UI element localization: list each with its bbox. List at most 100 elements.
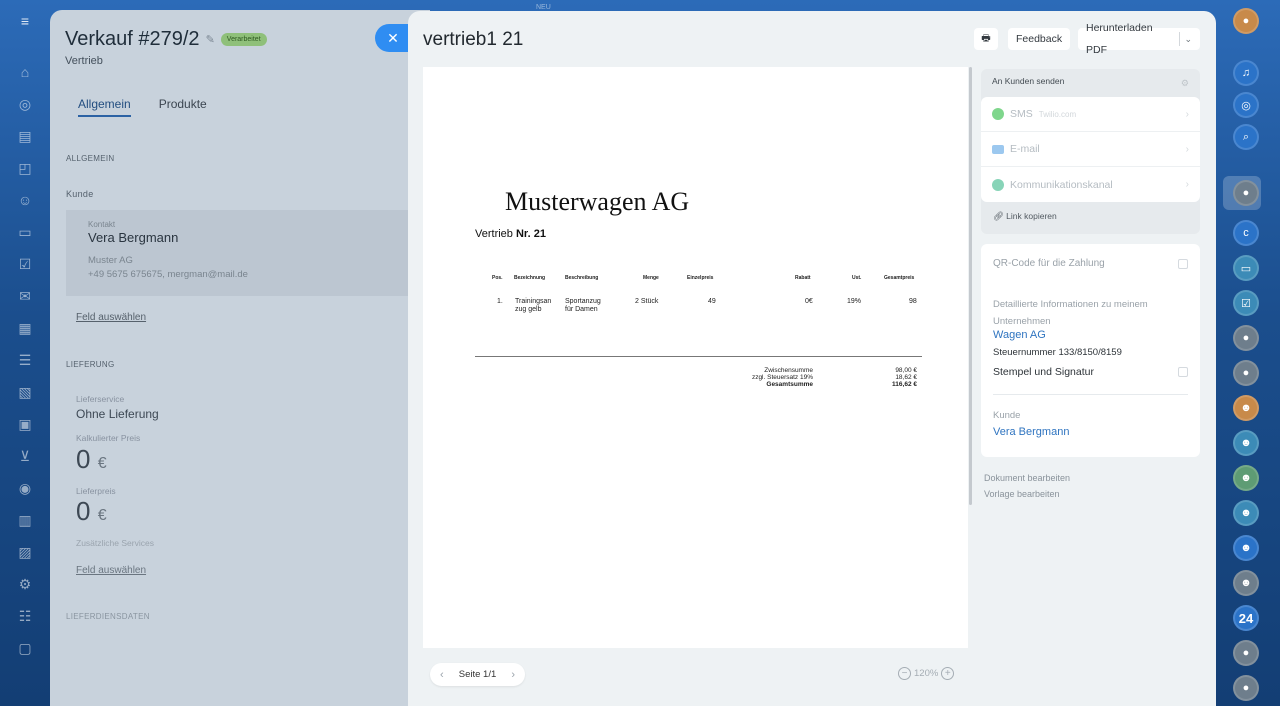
zoom-in-icon[interactable]: + [941,667,955,680]
download-pdf-button[interactable]: Herunterladen PDF ⌄ [1078,22,1200,56]
media-icon[interactable]: ▣ [17,416,33,432]
chat-avatar-1[interactable]: ● [1233,180,1259,206]
group-icon[interactable]: ☷ [17,608,33,624]
contact-info[interactable]: +49 5675 675675, mergman@mail.de [88,269,248,280]
chat-avatar-7[interactable]: ☻ [1233,395,1259,421]
edit-pencil-icon[interactable]: ✎ [206,33,215,46]
chat-avatar-2[interactable]: c [1233,220,1259,246]
additional-services-label: Zusätzliche Services [76,538,154,548]
col-vat: Ust. [852,275,862,281]
email-icon [992,144,1004,154]
calendar-icon[interactable]: ▦ [17,320,33,336]
gear-icon[interactable]: ⚙ [1181,78,1189,89]
row-unit-price: 49 [708,298,716,305]
feedback-button[interactable]: Feedback [1008,28,1071,50]
prev-page-icon[interactable]: ‹ [440,669,444,681]
customer-label: Kunde [993,410,1021,421]
menu-icon[interactable]: ≡ [17,13,33,29]
company-link[interactable]: Wagen AG [993,329,1046,341]
target-icon[interactable]: ◉ [17,480,33,496]
chat-avatar-11[interactable]: ☻ [1233,535,1259,561]
col-name: Bezeichnung [514,275,546,281]
chevron-right-icon: › [1185,108,1189,120]
tab-products[interactable]: Produkte [159,97,207,117]
close-slider-button[interactable]: ✕ [375,24,411,52]
calc-price-label: Kalkulierter Preis [76,433,141,443]
next-page-icon[interactable]: › [511,669,515,681]
send-sms-item[interactable]: SMS Twilio.com › [981,97,1200,132]
contact-label: Kontakt [88,220,116,229]
notifications-icon[interactable]: ♫ [1233,60,1259,86]
contact-company[interactable]: Muster AG [88,255,133,266]
schedule-icon[interactable]: ▨ [17,544,33,560]
more-icon[interactable]: ▢ [17,640,33,656]
send-email-item[interactable]: E-mail › [981,132,1200,167]
doc-number: Vertrieb Nr. 21 [475,228,546,240]
analytics-icon[interactable]: ▥ [17,512,33,528]
chat-avatar-4[interactable]: ☑ [1233,290,1259,316]
delivery-price-label: Lieferpreis [76,486,116,496]
copy-link-button[interactable]: 🔗︎ Link kopieren [993,211,1057,222]
select-field-link[interactable]: Feld auswählen [76,312,146,323]
document-scrollbar[interactable] [969,67,972,505]
search-icon[interactable]: ⌕ [1233,124,1259,150]
docs-icon[interactable]: ▧ [17,384,33,400]
chat-avatar-9[interactable]: ☻ [1233,465,1259,491]
activity-icon[interactable]: ◎ [1233,92,1259,118]
chat-avatar-14[interactable]: ● [1233,675,1259,701]
tab-general[interactable]: Allgemein [78,97,131,117]
chat-avatar-13[interactable]: ● [1233,640,1259,666]
cart-icon[interactable]: ⊻ [17,448,33,464]
chat-avatar-3[interactable]: ▭ [1233,255,1259,281]
doc-company-name: Musterwagen AG [505,187,690,216]
delivery-service-label: Lieferservice [76,394,125,404]
contacts-icon[interactable]: ☺ [17,192,33,208]
chat-avatar-8[interactable]: ☻ [1233,430,1259,456]
chat-avatar-12[interactable]: ☻ [1233,570,1259,596]
edit-document-link[interactable]: Dokument bearbeiten [984,470,1070,486]
print-button[interactable]: 🖶 [974,28,998,50]
calc-price-value: 0 € [76,444,107,474]
chevron-right-icon: › [1185,143,1189,155]
divider [1179,32,1181,46]
customer-panel [66,210,430,296]
close-icon: ✕ [387,30,399,46]
col-qty: Menge [643,275,659,281]
mail-icon[interactable]: ✉ [17,288,33,304]
contact-name[interactable]: Vera Bergmann [88,230,178,245]
download-label: Herunterladen PDF [1086,22,1153,56]
edit-template-link[interactable]: Vorlage bearbeiten [984,486,1070,502]
stamp-signature-checkbox[interactable] [1178,367,1188,377]
select-field-link-2[interactable]: Feld auswählen [76,565,146,576]
link-icon: 🔗︎ [993,211,1004,221]
user-avatar[interactable]: ● [1233,8,1259,34]
tasks-icon[interactable]: ▤ [17,128,33,144]
send-to-customer-card: An Kunden senden ⚙ SMS Twilio.com › E-ma… [981,69,1200,234]
filter-icon[interactable]: ☰ [17,352,33,368]
zoom-control: − 120% + [898,667,955,680]
drive-icon[interactable]: ▭ [17,224,33,240]
deal-title: Verkauf #279/2 [65,28,200,50]
customer-link[interactable]: Vera Bergmann [993,426,1069,438]
chat-icon[interactable]: ◰ [17,160,33,176]
row-name: Trainingsan zug gelb [515,298,552,313]
totals-labels: Zwischensumme zzgl. Steuersatz 19% Gesam… [751,367,813,388]
chat-avatar-6[interactable]: ● [1233,360,1259,386]
bitrix-counter[interactable]: 24 [1233,605,1259,631]
send-channel-item[interactable]: Kommunikationskanal › [981,167,1200,202]
feed-icon[interactable]: ◎ [17,96,33,112]
chat-avatar-10[interactable]: ☻ [1233,500,1259,526]
send-channel-list: SMS Twilio.com › E-mail › Kommunikations… [981,97,1200,202]
totals-divider [475,356,922,357]
totals-values: 98,00 € 18,62 € 116,62 € [892,367,917,388]
checklist-icon[interactable]: ☑ [17,256,33,272]
settings-icon[interactable]: ⚙ [17,576,33,592]
chat-avatar-5[interactable]: ● [1233,325,1259,351]
qr-code-checkbox[interactable] [1178,259,1188,269]
chevron-down-icon[interactable]: ⌄ [1184,28,1192,50]
zoom-out-icon[interactable]: − [898,667,911,680]
delivery-service-value[interactable]: Ohne Lieferung [76,407,159,421]
customer-label: Kunde [66,189,94,199]
home-icon[interactable]: ⌂ [17,64,33,80]
send-header: An Kunden senden [992,76,1065,86]
